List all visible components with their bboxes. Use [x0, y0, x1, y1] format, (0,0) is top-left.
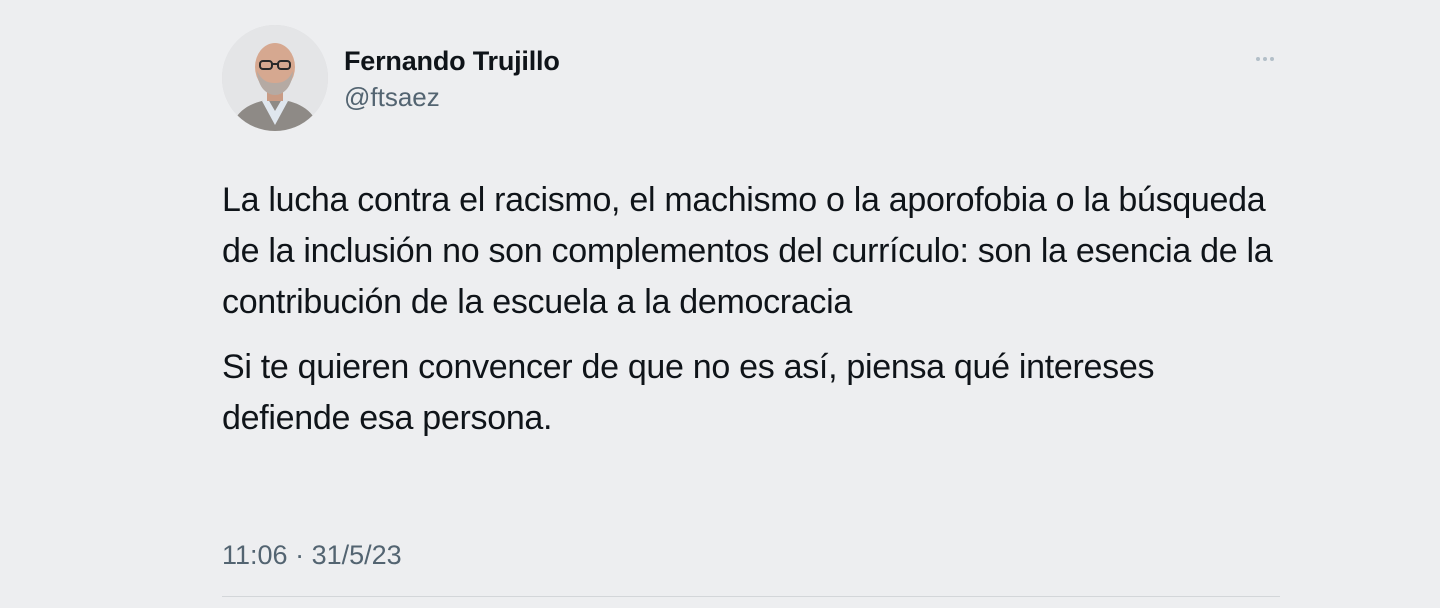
meta-separator: · [295, 540, 305, 570]
tweet-text: La lucha contra el racismo, el machismo … [222, 175, 1280, 444]
tweet-card: Fernando Trujillo @ftsaez La lucha contr… [222, 25, 1280, 608]
author-name[interactable]: Fernando Trujillo [344, 45, 560, 77]
author-handle[interactable]: @ftsaez [344, 81, 440, 113]
author-avatar[interactable] [222, 25, 328, 131]
more-options-icon[interactable] [1250, 49, 1280, 69]
tweet-timestamp[interactable]: 11:06 · 31/5/23 [222, 537, 402, 573]
tweet-paragraph: Si te quieren convencer de que no es así… [222, 348, 1155, 437]
tweet-date: 31/5/23 [311, 540, 402, 570]
tweet-time: 11:06 [222, 540, 288, 570]
divider [222, 596, 1280, 597]
tweet-paragraph: La lucha contra el racismo, el machismo … [222, 181, 1273, 321]
